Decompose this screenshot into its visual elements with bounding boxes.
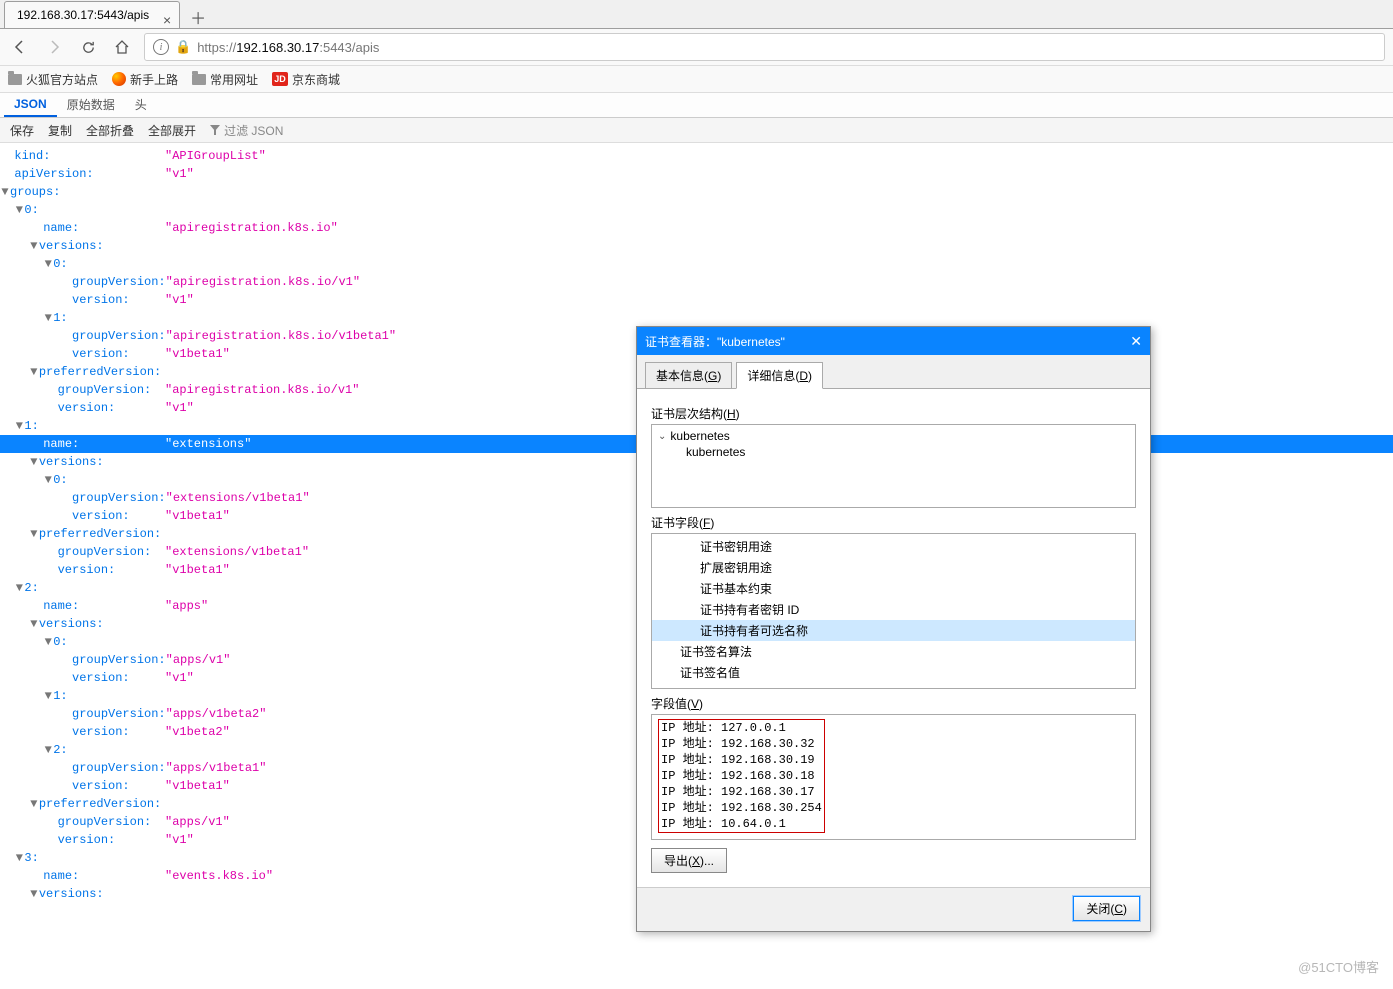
value-line: IP 地址: 192.168.30.254 [661,800,822,816]
cert-fields-box[interactable]: 证书密钥用途 扩展密钥用途 证书基本约束 证书持有者密钥 ID 证书持有者可选名… [651,533,1136,689]
dialog-footer: 关闭(C) [637,887,1150,931]
json-viewer-tabs: JSON 原始数据 头 [0,93,1393,118]
field-item[interactable]: 扩展密钥用途 [652,557,1135,578]
bookmark-jd[interactable]: JD京东商城 [272,71,340,88]
field-item[interactable]: 证书签名算法 [652,641,1135,662]
url-text: https://192.168.30.17:5443/apis [197,40,379,55]
home-button[interactable] [110,35,134,59]
dialog-body: 证书层次结构(H) ⌄kubernetes kubernetes 证书字段(F)… [637,388,1150,887]
value-label: 字段值(V) [651,695,1136,712]
field-item[interactable]: 证书持有者密钥 ID [652,599,1135,620]
tab-detail-info[interactable]: 详细信息(D) [736,362,823,389]
tab-json[interactable]: JSON [4,93,57,117]
folder-icon [192,74,206,85]
chevron-down-icon: ⌄ [658,431,666,442]
dialog-close-icon[interactable]: ✕ [1130,333,1142,350]
close-tab-icon[interactable]: × [163,7,171,33]
address-bar: i 🔒 https://192.168.30.17:5443/apis [0,29,1393,66]
field-value-highlight: IP 地址: 127.0.0.1 IP 地址: 192.168.30.32 IP… [658,719,825,833]
field-item[interactable]: 证书密钥用途 [652,536,1135,557]
site-info-icon[interactable]: i [153,39,169,55]
hier-child-item[interactable]: kubernetes [658,445,1129,459]
forward-button[interactable] [42,35,66,59]
tab-headers[interactable]: 头 [125,92,157,117]
value-line: IP 地址: 192.168.30.19 [661,752,822,768]
funnel-icon [210,125,220,135]
filter-input[interactable]: 过滤 JSON [210,122,283,139]
dialog-title: 证书查看器："kubernetes" [645,333,785,350]
certificate-viewer-dialog: 证书查看器："kubernetes" ✕ 基本信息(G) 详细信息(D) 证书层… [636,326,1151,932]
fields-label: 证书字段(F) [651,514,1136,531]
json-toolbar: 保存 复制 全部折叠 全部展开 过滤 JSON [0,118,1393,143]
firefox-icon [112,72,126,86]
hier-parent-item[interactable]: ⌄kubernetes [658,429,1129,443]
bookmarks-bar: 火狐官方站点 新手上路 常用网址 JD京东商城 [0,66,1393,93]
value-line: IP 地址: 192.168.30.17 [661,784,822,800]
tab-raw[interactable]: 原始数据 [57,92,125,117]
lock-icon: 🔒 [175,39,191,55]
close-button[interactable]: 关闭(C) [1073,896,1140,921]
back-button[interactable] [8,35,32,59]
folder-icon [8,74,22,85]
reload-button[interactable] [76,35,100,59]
collapse-all-button[interactable]: 全部折叠 [80,120,140,141]
value-line: IP 地址: 10.64.0.1 [661,816,822,832]
value-line: IP 地址: 192.168.30.18 [661,768,822,784]
browser-tab[interactable]: 192.168.30.17:5443/apis × [4,1,180,28]
tab-general-info[interactable]: 基本信息(G) [645,362,732,389]
url-input[interactable]: i 🔒 https://192.168.30.17:5443/apis [144,33,1385,61]
bookmark-firefox-official[interactable]: 火狐官方站点 [8,71,98,88]
jd-icon: JD [272,72,288,86]
new-tab-button[interactable]: ＋ [186,6,210,28]
hierarchy-label: 证书层次结构(H) [651,405,1136,422]
dialog-tabs: 基本信息(G) 详细信息(D) [637,355,1150,388]
dialog-titlebar: 证书查看器："kubernetes" ✕ [637,327,1150,355]
cert-hierarchy-box[interactable]: ⌄kubernetes kubernetes [651,424,1136,508]
field-item-selected[interactable]: 证书持有者可选名称 [652,620,1135,641]
tab-title: 192.168.30.17:5443/apis [17,8,149,22]
value-line: IP 地址: 192.168.30.32 [661,736,822,752]
field-item[interactable]: 证书签名值 [652,662,1135,683]
bookmark-getting-started[interactable]: 新手上路 [112,71,178,88]
copy-button[interactable]: 复制 [42,120,78,141]
export-row: 导出(X)... [651,848,1136,873]
value-line: IP 地址: 127.0.0.1 [661,720,822,736]
bookmark-common-urls[interactable]: 常用网址 [192,71,258,88]
export-button[interactable]: 导出(X)... [651,848,727,873]
json-content: kind:"APIGroupList" apiVersion:"v1" ▼gro… [0,143,1393,989]
field-item[interactable]: 证书基本约束 [652,578,1135,599]
expand-all-button[interactable]: 全部展开 [142,120,202,141]
browser-tab-strip: 192.168.30.17:5443/apis × ＋ [0,0,1393,29]
save-button[interactable]: 保存 [4,120,40,141]
field-value-box[interactable]: IP 地址: 127.0.0.1 IP 地址: 192.168.30.32 IP… [651,714,1136,840]
watermark: @51CTO博客 [1298,957,1379,976]
